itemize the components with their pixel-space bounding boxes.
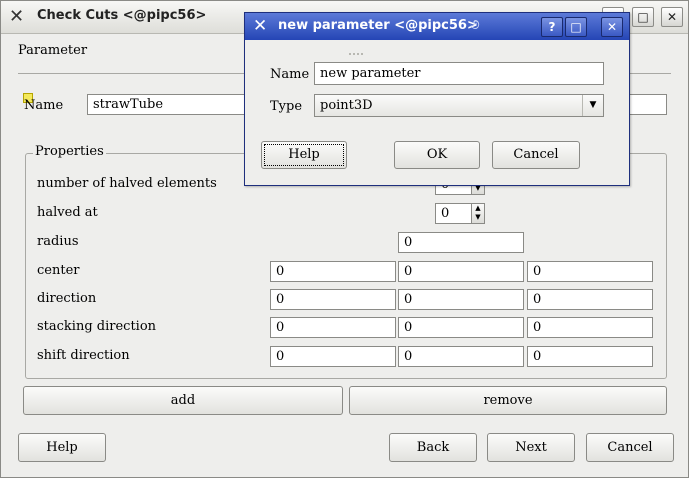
question-icon: ? — [548, 20, 556, 34]
row-label-halved-elements: number of halved elements — [37, 176, 217, 191]
maximize-icon: □ — [637, 10, 649, 24]
main-maximize-button[interactable]: □ — [632, 7, 654, 27]
chevron-down-icon[interactable]: ▼ — [582, 95, 603, 116]
center-y-input[interactable]: 0 — [398, 261, 524, 282]
x-logo-icon[interactable]: ✕ — [253, 16, 267, 36]
help-button[interactable]: Help — [18, 433, 106, 462]
radius-input[interactable]: 0 — [398, 232, 524, 253]
dialog-help-titlebar-button[interactable]: ? — [541, 17, 563, 37]
close-icon: ✕ — [606, 20, 618, 34]
dialog-title: new parameter <@pipc56> — [278, 18, 478, 33]
cancel-button[interactable]: Cancel — [586, 433, 674, 462]
stacking-x-input[interactable]: 0 — [270, 317, 396, 338]
shift-z-input[interactable]: 0 — [527, 346, 653, 367]
row-label-direction: direction — [37, 291, 97, 306]
dialog-name-input[interactable]: new parameter — [314, 62, 604, 85]
shade-swirl-icon: ૭ — [470, 17, 480, 33]
row-label-center: center — [37, 263, 80, 278]
center-x-input[interactable]: 0 — [270, 261, 396, 282]
row-label-halved-at: halved at — [37, 205, 98, 220]
shift-y-input[interactable]: 0 — [398, 346, 524, 367]
dialog-ok-button[interactable]: OK — [394, 141, 480, 169]
arrow-up-icon[interactable]: ▲ — [472, 204, 484, 213]
parameter-section-label: Parameter — [18, 43, 88, 58]
stacking-z-input[interactable]: 0 — [527, 317, 653, 338]
resize-grip — [349, 53, 363, 55]
arrow-down-icon[interactable]: ▼ — [472, 213, 484, 222]
halved-at-spinbox[interactable]: 0 — [435, 203, 473, 224]
dialog-maximize-button[interactable]: □ — [565, 17, 587, 37]
close-icon: ✕ — [666, 10, 678, 24]
direction-y-input[interactable]: 0 — [398, 289, 524, 310]
dialog-name-label: Name — [270, 67, 310, 82]
direction-x-input[interactable]: 0 — [270, 289, 396, 310]
dialog-close-button[interactable]: ✕ — [601, 17, 623, 37]
maximize-icon: □ — [570, 20, 582, 34]
remove-button[interactable]: remove — [349, 386, 667, 415]
properties-legend: Properties — [33, 144, 106, 159]
shift-x-input[interactable]: 0 — [270, 346, 396, 367]
next-button[interactable]: Next — [487, 433, 575, 462]
dialog-cancel-button[interactable]: Cancel — [492, 141, 580, 169]
dialog-help-button[interactable]: Help — [261, 141, 347, 169]
x-logo-icon[interactable]: ✕ — [9, 6, 24, 27]
row-label-shift-direction: shift direction — [37, 348, 130, 363]
main-window-title: Check Cuts <@pipc56> — [37, 8, 207, 23]
halved-at-spin-buttons[interactable]: ▲ ▼ — [471, 203, 485, 224]
stacking-y-input[interactable]: 0 — [398, 317, 524, 338]
add-button[interactable]: add — [23, 386, 343, 415]
center-z-input[interactable]: 0 — [527, 261, 653, 282]
name-label: Name — [24, 98, 64, 113]
dialog-type-select[interactable]: point3D ▼ — [314, 94, 604, 117]
dialog-type-value: point3D — [320, 98, 373, 113]
row-label-radius: radius — [37, 234, 79, 249]
dialog-type-label: Type — [270, 99, 303, 114]
dialog-title-bar[interactable]: ✕ new parameter <@pipc56> ૭ ? □ ✕ — [245, 13, 629, 40]
main-close-button[interactable]: ✕ — [661, 7, 683, 27]
new-parameter-dialog: ✕ new parameter <@pipc56> ૭ ? □ ✕ Name n… — [244, 12, 630, 186]
row-label-stacking-direction: stacking direction — [37, 319, 157, 334]
direction-z-input[interactable]: 0 — [527, 289, 653, 310]
back-button[interactable]: Back — [389, 433, 477, 462]
